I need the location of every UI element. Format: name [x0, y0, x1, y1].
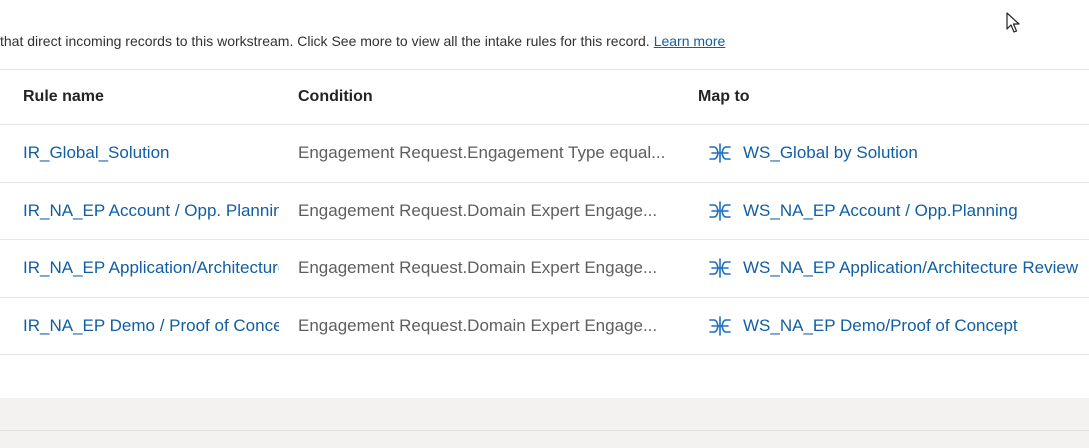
condition-text: Engagement Request.Engagement Type equal…: [298, 142, 666, 162]
workstream-icon: [709, 200, 731, 221]
page-divider: [0, 430, 1089, 431]
intake-rules-card: that direct incoming records to this wor…: [0, 0, 1089, 398]
column-header-map-to[interactable]: Map to: [698, 88, 750, 108]
condition-text: Engagement Request.Domain Expert Engage.…: [298, 315, 658, 335]
column-header-rule-name[interactable]: Rule name: [23, 88, 104, 108]
condition-text: Engagement Request.Domain Expert Engage.…: [298, 200, 658, 220]
rule-name-link[interactable]: IR_NA_EP Demo / Proof of Concept: [23, 297, 279, 354]
map-to-link[interactable]: WS_NA_EP Demo/Proof of Concept: [708, 297, 1089, 354]
table-row[interactable]: IR_NA_EP Application/Architecture Engage…: [0, 239, 1089, 296]
table-row[interactable]: IR_Global_Solution Engagement Request.En…: [0, 124, 1089, 181]
map-to-label: WS_NA_EP Demo/Proof of Concept: [743, 315, 1018, 335]
page-background: [0, 398, 1089, 448]
description-text: that direct incoming records to this wor…: [0, 33, 650, 49]
map-to-label: WS_NA_EP Account / Opp.Planning: [743, 200, 1018, 220]
workstream-icon: [709, 315, 731, 336]
table-row[interactable]: IR_NA_EP Demo / Proof of Concept Engagem…: [0, 297, 1089, 354]
workstream-icon: [709, 142, 731, 163]
rule-name-link[interactable]: IR_Global_Solution: [23, 124, 279, 181]
map-to-link[interactable]: WS_NA_EP Application/Architecture Review: [708, 239, 1089, 296]
header-divider-top: [0, 69, 1089, 70]
rule-name-link[interactable]: IR_NA_EP Account / Opp. Planning: [23, 182, 279, 239]
map-to-link[interactable]: WS_Global by Solution: [708, 124, 1089, 181]
row-divider: [0, 354, 1089, 355]
workstream-icon: [709, 257, 731, 278]
column-header-condition[interactable]: Condition: [298, 88, 373, 108]
condition-text: Engagement Request.Domain Expert Engage.…: [298, 257, 658, 277]
intake-rules-description: that direct incoming records to this wor…: [0, 32, 725, 50]
map-to-label: WS_NA_EP Application/Architecture Review: [743, 257, 1079, 277]
map-to-label: WS_Global by Solution: [743, 142, 918, 162]
table-row[interactable]: IR_NA_EP Account / Opp. Planning Engagem…: [0, 182, 1089, 239]
mouse-pointer-icon: [1006, 12, 1020, 33]
map-to-link[interactable]: WS_NA_EP Account / Opp.Planning: [708, 182, 1089, 239]
learn-more-link[interactable]: Learn more: [654, 33, 726, 49]
rule-name-link[interactable]: IR_NA_EP Application/Architecture: [23, 239, 279, 296]
